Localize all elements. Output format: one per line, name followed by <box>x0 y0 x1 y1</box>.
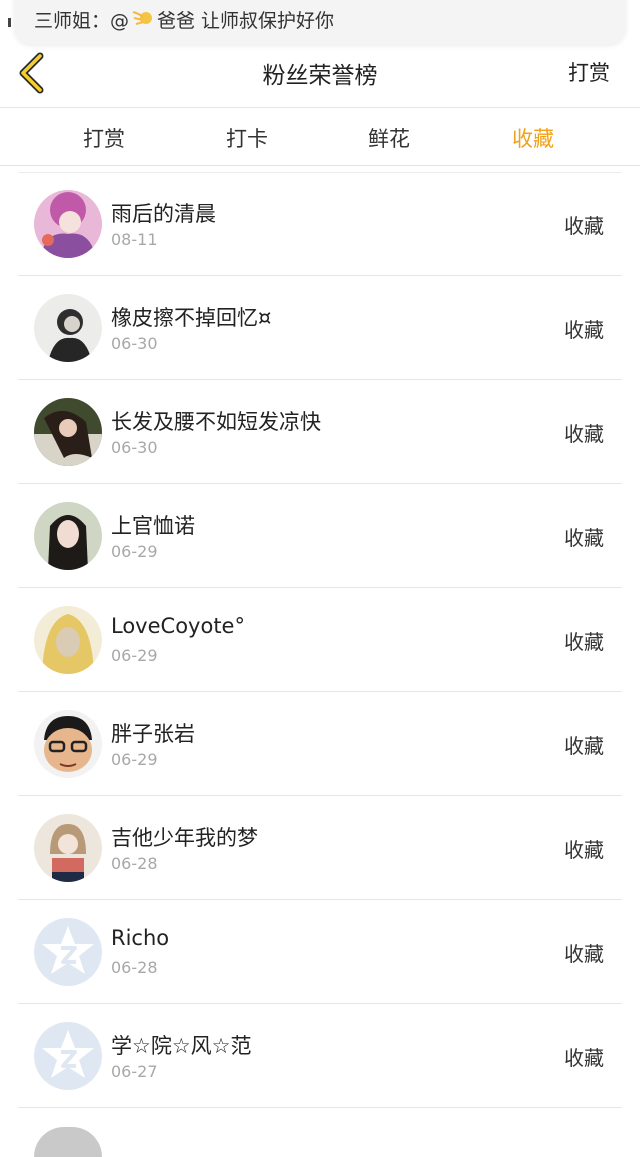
favorite-label: 收藏 <box>564 318 604 342</box>
notification-banner[interactable]: 三师姐：@ 爸爸 让师叔保护好你 <box>14 0 626 44</box>
list-item[interactable]: 上官恤诺 06-29 收藏 <box>18 484 622 588</box>
list-item[interactable]: 橡皮擦不掉回忆¤ 06-30 收藏 <box>18 276 622 380</box>
favorite-label: 收藏 <box>564 422 604 446</box>
date-label: 06-29 <box>111 542 158 561</box>
date-label: 06-27 <box>111 1062 158 1081</box>
user-name: 学☆院☆风☆范 <box>111 1034 252 1058</box>
favorite-label: 收藏 <box>564 1046 604 1070</box>
status-indicator <box>8 18 11 27</box>
reward-button[interactable]: 打赏 <box>568 57 610 87</box>
date-label: 06-29 <box>111 750 158 769</box>
list-item[interactable]: 雨后的清晨 08-11 收藏 <box>18 172 622 276</box>
navigation-bar: 粉丝荣誉榜 打赏 <box>0 44 640 108</box>
user-name: 橡皮擦不掉回忆¤ <box>111 306 272 330</box>
user-name: 长发及腰不如短发凉快 <box>111 410 321 434</box>
tab-favorites[interactable]: 收藏 <box>493 123 573 153</box>
favorite-label: 收藏 <box>564 942 604 966</box>
user-name: 吉他少年我的梦 <box>111 826 258 850</box>
page-title: 粉丝荣誉榜 <box>262 63 378 89</box>
favorite-label: 收藏 <box>564 526 604 550</box>
default-avatar-icon <box>34 918 102 986</box>
date-label: 06-29 <box>111 646 158 665</box>
list-item[interactable]: 胖子张岩 06-29 收藏 <box>18 692 622 796</box>
tab-checkin[interactable]: 打卡 <box>207 123 287 153</box>
notification-text: 爸爸 让师叔保护好你 <box>157 9 335 32</box>
favorite-label: 收藏 <box>564 214 604 238</box>
date-label: 06-30 <box>111 334 158 353</box>
avatar <box>34 294 102 362</box>
user-name: 上官恤诺 <box>111 514 195 538</box>
fan-list: 雨后的清晨 08-11 收藏 橡皮擦不掉回忆¤ 06-30 收藏 长发及腰不如短… <box>18 172 622 1108</box>
list-item[interactable]: 学☆院☆风☆范 06-27 收藏 <box>18 1004 622 1108</box>
list-item[interactable]: Richo 06-28 收藏 <box>18 900 622 1004</box>
avatar <box>34 502 102 570</box>
list-item[interactable]: 长发及腰不如短发凉快 06-30 收藏 <box>18 380 622 484</box>
tab-bar: 打赏 打卡 鲜花 收藏 <box>0 108 640 166</box>
list-item[interactable]: 吉他少年我的梦 06-28 收藏 <box>18 796 622 900</box>
user-name: Richo <box>111 926 170 950</box>
notification-text-prefix: 三师姐：@ <box>34 9 130 32</box>
user-name: 胖子张岩 <box>111 722 195 746</box>
tab-flowers[interactable]: 鲜花 <box>349 123 429 153</box>
list-item[interactable]: LoveCoyote° 06-29 收藏 <box>18 588 622 692</box>
tab-reward[interactable]: 打赏 <box>64 123 144 153</box>
date-label: 06-28 <box>111 958 158 977</box>
avatar <box>34 710 102 778</box>
favorite-label: 收藏 <box>564 734 604 758</box>
date-label: 06-30 <box>111 438 158 457</box>
favorite-label: 收藏 <box>564 630 604 654</box>
avatar <box>34 190 102 258</box>
avatar <box>34 1127 102 1157</box>
avatar <box>34 606 102 674</box>
favorite-label: 收藏 <box>564 838 604 862</box>
comet-emoji-icon <box>132 11 153 25</box>
avatar <box>34 398 102 466</box>
date-label: 06-28 <box>111 854 158 873</box>
default-avatar-icon <box>34 1022 102 1090</box>
date-label: 08-11 <box>111 230 158 249</box>
user-name: 雨后的清晨 <box>111 202 216 226</box>
user-name: LoveCoyote° <box>111 614 245 638</box>
avatar <box>34 814 102 882</box>
